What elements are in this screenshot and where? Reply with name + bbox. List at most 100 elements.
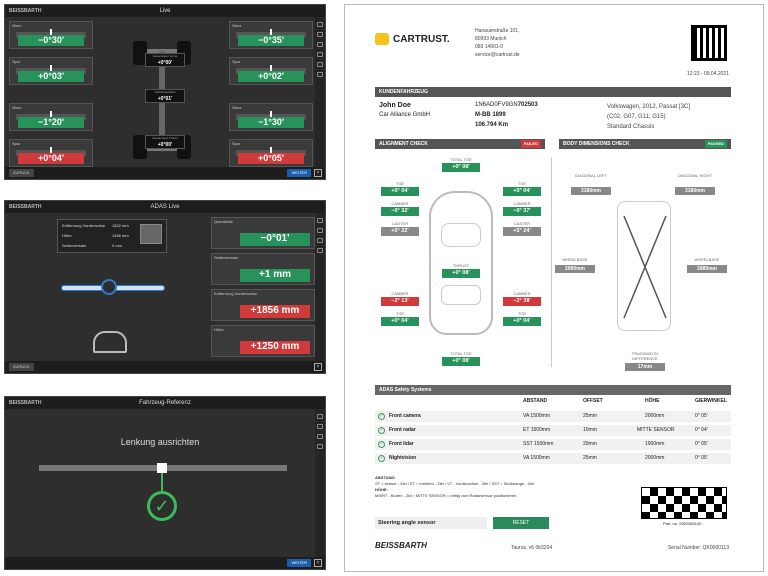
rear-left-camber: Sturz −1°20' — [9, 103, 93, 131]
total-toe-rear: Gesamtspur hinten +0°00' — [145, 135, 185, 149]
wheelbase-left-value: 2980mm — [555, 265, 595, 273]
adas-front-distance: Entfernung Vorderachse +1856 mm — [211, 289, 315, 321]
fl-camber: −0° 32' — [381, 207, 419, 216]
reference-panel: BEISSBARTH Fahrzeug-Referenz Lenkung ausr… — [4, 396, 326, 570]
diagonal-left-value: 3180mm — [571, 187, 611, 195]
tool-icon[interactable] — [317, 72, 323, 77]
tool-icon[interactable] — [317, 444, 323, 449]
back-button[interactable]: ZURÜCK — [9, 169, 34, 177]
fl-toe: +0° 04' — [381, 187, 419, 196]
live-panel: BEISSBARTH Live Sturz −0°30' Spur +0°03' S… — [4, 4, 326, 180]
adas-info-box: Entfernung Vorderachse 1822 mm Höhe 1466 m… — [57, 219, 167, 253]
exit-icon[interactable]: × — [314, 559, 322, 567]
front-left-camber: Sturz −0°30' — [9, 21, 93, 49]
steering-marker — [157, 463, 167, 473]
tool-icon[interactable] — [317, 238, 323, 243]
vin: 1N6AD0FV9GN702503 — [475, 102, 538, 108]
fr-camber: −0° 37' — [503, 207, 541, 216]
footer-version: Taurus, v6 0b3204 — [511, 545, 553, 551]
table-row: ✓ Front lidar SST 1500mm 20mm 1900mm 0° 05' — [375, 439, 731, 450]
next-button[interactable]: WEITER — [287, 169, 311, 177]
thrust-value: +0° 08' — [442, 269, 480, 278]
front-right-toe: Spur +0°02' — [229, 57, 313, 85]
report-datetime: 12:23 - 09.04.2021 — [687, 71, 729, 77]
table-row: ✓ Nightvision VA 1500mm 25mm 2000mm 0° 05' — [375, 453, 731, 464]
wheelbase-right-value: 2985mm — [687, 265, 727, 273]
instruction-text: Lenkung ausrichten — [120, 437, 200, 447]
rl-camber: −2° 13' — [381, 297, 419, 306]
live-header: BEISSBARTH Live — [5, 5, 325, 17]
adas-height: Höhe +1250 mm — [211, 325, 315, 357]
body-passed-tag: PASSED — [704, 140, 727, 148]
customer-company: Car Alliance GmbH — [379, 112, 431, 118]
total-toe-rear-value: +0° 08' — [442, 357, 480, 366]
brand-logo: BEISSBARTH — [9, 8, 42, 14]
table-row: ✓ Front radar ET 1500mm 10mm MITTE SENSOR 0° … — [375, 425, 731, 436]
thrust-angle: Fahrachswinkel +0°01' — [145, 89, 185, 103]
rear-left-toe: Spur +0°04' — [9, 139, 93, 167]
adas-panel: BEISSBARTH ADAS Live Entfernung Vorderach… — [4, 200, 326, 374]
alignment-header: ALIGNMENT CHECK FAILED — [375, 139, 545, 149]
plate: M-BB 1899 — [475, 112, 506, 118]
cartrust-logo-icon — [375, 33, 389, 45]
next-button[interactable]: WEITER — [287, 559, 311, 567]
body-header: BODY DIMENSIONS CHECK PASSED — [559, 139, 731, 149]
exit-icon[interactable]: × — [314, 363, 322, 371]
adas-table-header: ADAS Safety Systems — [375, 385, 731, 395]
front-left-toe: Spur +0°03' — [9, 57, 93, 85]
steering-angle-label: Steering angle sensor — [375, 517, 487, 529]
diagonal-right-value: 3180mm — [675, 187, 715, 195]
total-toe-front-value: +0° 08' — [442, 163, 480, 172]
exit-icon[interactable]: × — [314, 169, 322, 177]
side-toolbar — [315, 17, 325, 167]
company-address: Hanauerstraße 101, 80993 Munich 089 14901-… — [475, 28, 520, 58]
table-columns: ABSTAND OFFSET HÖHE GIERWINKEL — [523, 398, 727, 404]
tool-icon[interactable] — [317, 218, 323, 223]
fr-toe: +0° 04' — [503, 187, 541, 196]
vehicle-front-icon — [93, 331, 127, 353]
report-document: CARTRUST. Hanauerstraße 101, 80993 Munich… — [344, 4, 764, 572]
rl-toe: +0° 04' — [381, 317, 419, 326]
alignment-failed-tag: FAILED — [520, 140, 541, 148]
tool-icon[interactable] — [317, 52, 323, 57]
tool-icon[interactable] — [317, 414, 323, 419]
part-number: Part. no. 9902083140 — [663, 521, 702, 526]
table-legend: ABSTAND: ST = sensor - Ziel / ET = emblem… — [375, 475, 535, 498]
table-row: ✓ Front camera VA 1500mm 25mm 2000mm 0° 05' — [375, 411, 731, 422]
vehicle-details: Volkswagen, 2012, Passat [3C] (C02, G07, … — [607, 104, 691, 130]
rear-right-camber: Sturz −1°30' — [229, 103, 313, 131]
adas-cross-slope: Querabfall −0°01' — [211, 217, 315, 249]
fl-caster: +5° 22' — [381, 227, 419, 236]
slider-knob[interactable] — [101, 279, 117, 295]
front-right-camber: Sturz −0°35' — [229, 21, 313, 49]
footer-brand: BEISSBARTH — [375, 541, 427, 550]
tool-icon[interactable] — [317, 42, 323, 47]
tool-icon[interactable] — [317, 434, 323, 439]
rr-camber: −2° 38' — [503, 297, 541, 306]
total-toe-front: Gesamtspur vorne +0°00' — [145, 53, 185, 67]
tool-icon[interactable] — [317, 62, 323, 67]
tool-icon[interactable] — [317, 248, 323, 253]
fr-caster: +5° 24' — [503, 227, 541, 236]
page-title: Fahrzeug-Referenz — [139, 400, 191, 406]
back-button[interactable]: ZURÜCK — [9, 363, 34, 371]
report-brand: CARTRUST. — [393, 34, 450, 45]
qr-code-icon — [691, 25, 727, 61]
checkerboard-target — [641, 487, 727, 519]
trackwidth-diff-value: 17mm — [625, 363, 665, 371]
customer-section-header: KUNDENFAHRZEUG — [375, 87, 731, 97]
page-title: Live — [159, 8, 171, 14]
tool-icon[interactable] — [317, 424, 323, 429]
page-title: ADAS Live — [150, 204, 180, 210]
customer-name: John Doe — [379, 102, 411, 109]
rear-right-toe: Spur +0°05' — [229, 139, 313, 167]
reset-button[interactable]: RESET — [493, 517, 549, 529]
tool-icon[interactable] — [317, 32, 323, 37]
rr-toe: +0° 04' — [503, 317, 541, 326]
tool-icon[interactable] — [317, 22, 323, 27]
mileage: 106.794 Km — [475, 122, 509, 128]
adas-lateral-offset: Seitenversatz +1 mm — [211, 253, 315, 285]
chassis-diagram — [617, 201, 671, 331]
serial-number: Serial Number: QK0000113 — [667, 545, 729, 551]
tool-icon[interactable] — [317, 228, 323, 233]
